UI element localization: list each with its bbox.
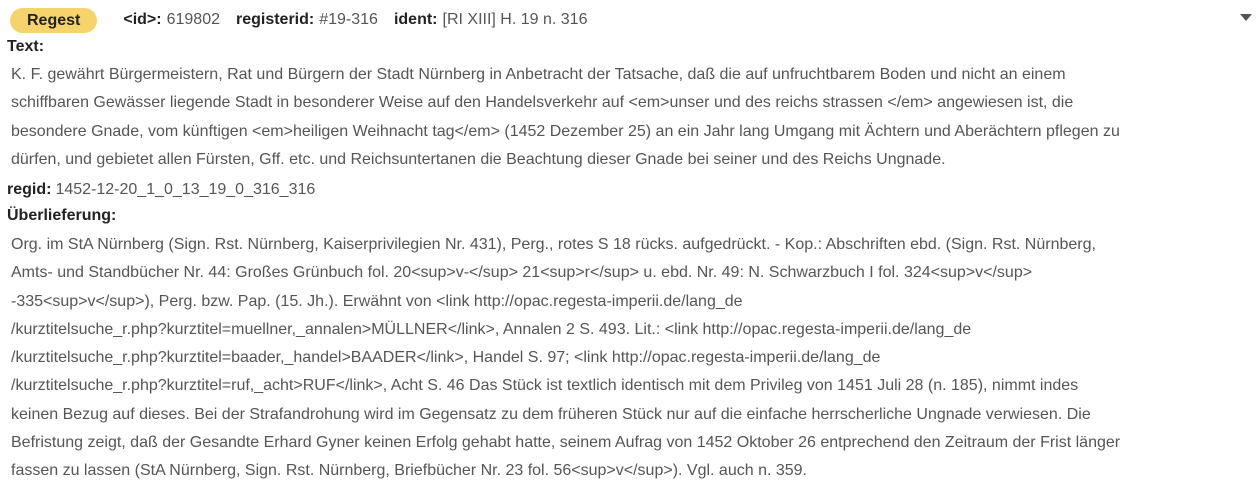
regid-field: regid: 1452-12-20_1_0_13_19_0_316_316	[7, 181, 315, 199]
ueberlieferung-line: /kurztitelsuche_r.php?kurztitel=ruf,_ach…	[11, 377, 1079, 395]
text-body: K. F. gewährt Bürgermeistern, Rat und Bü…	[11, 61, 1120, 174]
text-line: schiffbaren Gewässer liegende Stadt in b…	[11, 94, 1074, 112]
ueberlieferung-body: Org. im StA Nürnberg (Sign. Rst. Nürnber…	[11, 231, 1120, 486]
ueberlieferung-line: Amts- und Standbücher Nr. 44: Großes Grü…	[11, 264, 1033, 282]
ident-label: ident:	[393, 11, 438, 28]
ueberlieferung-line: fassen zu lassen (StA Nürnberg, Sign. Rs…	[11, 462, 807, 480]
record-header: Regest <id>: 619802 registerid: #19-316 …	[10, 7, 603, 33]
ident-value: [RI XIII] H. 19 n. 316	[442, 11, 588, 28]
registerid-label: registerid:	[235, 11, 315, 28]
id-label: <id>:	[123, 11, 162, 28]
ueberlieferung-label: Überlieferung:	[7, 207, 117, 224]
type-badge[interactable]: Regest	[10, 7, 98, 33]
regest-record: Regest <id>: 619802 registerid: #19-316 …	[0, 0, 1258, 483]
id-value: 619802	[166, 11, 220, 28]
text-line: besondere Gnade, vom künftigen <em>heili…	[11, 122, 1120, 140]
ueberlieferung-line: -335<sup>v</sup>), Perg. bzw. Pap. (15. …	[11, 292, 743, 310]
regid-label: regid:	[7, 181, 52, 198]
text-label: Text:	[7, 38, 45, 55]
text-line: dürfen, und gebietet allen Fürsten, Gff.…	[11, 150, 946, 168]
ueberlieferung-line: Org. im StA Nürnberg (Sign. Rst. Nürnber…	[11, 236, 1096, 253]
regid-value: 1452-12-20_1_0_13_19_0_316_316	[55, 181, 316, 198]
text-line: K. F. gewährt Bürgermeistern, Rat und Bü…	[11, 66, 1066, 83]
ueberlieferung-line: /kurztitelsuche_r.php?kurztitel=baader,_…	[11, 349, 881, 367]
ueberlieferung-line: Befristung zeigt, daß der Gesandte Erhar…	[11, 434, 1121, 452]
ueberlieferung-line: keinen Bezug auf dieses. Bei der Strafan…	[11, 405, 1091, 423]
chevron-down-icon[interactable]	[1240, 14, 1252, 21]
ueberlieferung-line: /kurztitelsuche_r.php?kurztitel=muellner…	[11, 320, 972, 338]
registerid-value: #19-316	[319, 11, 378, 28]
